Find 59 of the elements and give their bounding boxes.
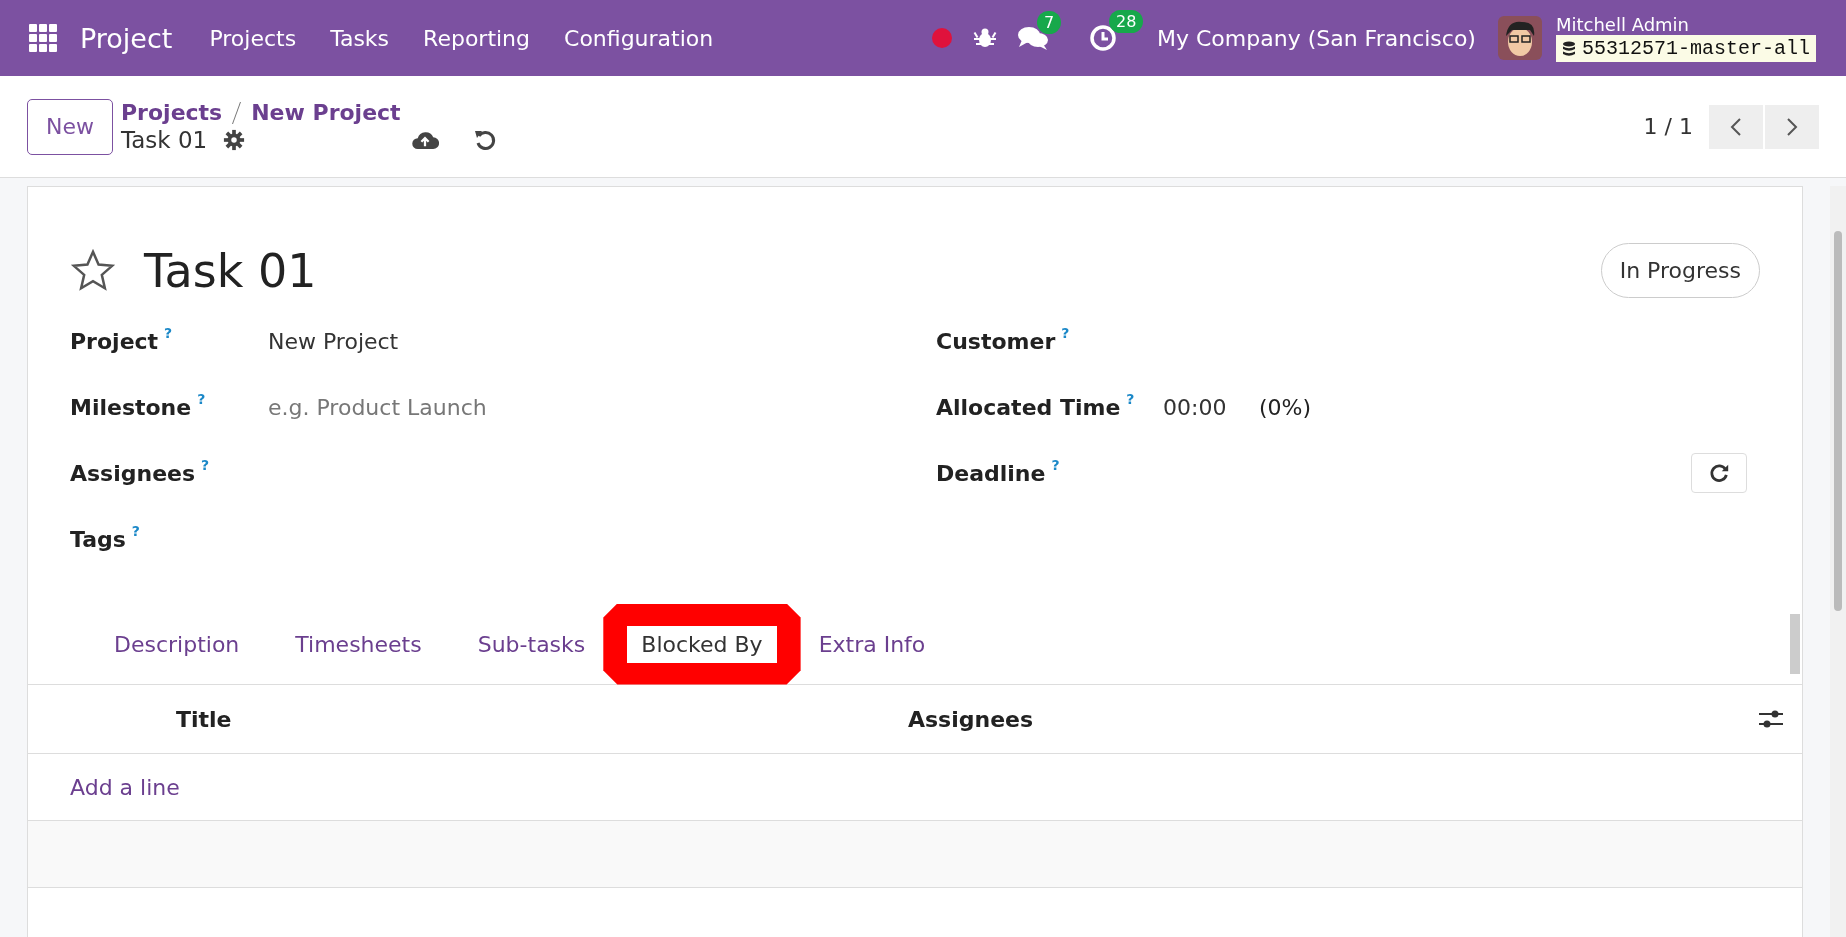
tab[interactable]: Description [114,625,240,663]
refresh-icon [1708,462,1730,484]
column-header[interactable]: Title [176,706,908,732]
help-tooltip[interactable]: ? [1051,456,1060,473]
field-label: Tags [70,526,126,552]
column-header[interactable]: Assignees [908,706,1034,732]
database-name: 55312571-master-all [1581,37,1810,60]
field-label: Allocated Time [936,394,1121,420]
field-label: Milestone [70,394,192,420]
chevron-right-icon [1786,116,1798,137]
menu-item[interactable]: Reporting [406,25,548,51]
scrollbar[interactable] [1790,614,1800,674]
clock-icon[interactable] [1089,24,1117,52]
avatar-icon[interactable] [1497,16,1542,60]
help-tooltip[interactable]: ? [131,522,140,539]
chevron-left-icon [1730,116,1742,137]
help-tooltip[interactable]: ? [1126,390,1135,407]
new-button[interactable]: New [27,98,113,155]
menu-item[interactable]: Projects [192,25,314,51]
cloud-upload-icon[interactable] [411,130,440,150]
tab[interactable]: Timesheets [295,625,422,663]
database-icon [1561,40,1576,57]
message-count-badge: 7 [1037,11,1062,34]
bug-icon[interactable] [973,26,997,50]
help-tooltip[interactable]: ? [197,390,206,407]
field-label: Deadline [936,460,1046,486]
menu-item[interactable]: Configuration [547,25,731,51]
breadcrumb-link[interactable]: Projects [121,100,223,125]
stage-button[interactable]: In Progress [1600,243,1760,298]
help-tooltip[interactable]: ? [201,456,210,473]
input-field[interactable]: New Project [268,328,568,354]
star-icon[interactable] [70,247,116,294]
settings-icon[interactable] [223,129,246,151]
tab[interactable]: Sub-tasks [477,625,586,663]
apps-menu-icon[interactable] [28,23,58,53]
help-tooltip[interactable]: ? [164,324,173,341]
scrollbar[interactable] [1830,186,1846,937]
task-title[interactable]: Task 01 [144,243,317,298]
app-name[interactable]: Project [80,22,173,54]
company-switcher[interactable]: My Company (San Francisco) [1157,25,1476,51]
user-name[interactable]: Mitchell Admin [1555,14,1816,35]
pager-value: 1 / 1 [1643,114,1693,139]
field-label: Project [70,328,159,354]
breadcrumb-link[interactable]: New Project [251,100,401,125]
tab[interactable]: Extra Info [818,625,926,663]
record-dot-icon[interactable] [931,27,953,49]
time-field[interactable]: 00:00 [1163,394,1259,420]
record-name: Task 01 [121,127,208,153]
menu-item[interactable]: Tasks [313,25,407,51]
input-field[interactable]: e.g. Product Launch [268,394,568,420]
undo-icon[interactable] [473,128,498,152]
refresh-button[interactable] [1691,453,1747,493]
percent-value: (0%) [1259,394,1312,420]
help-tooltip[interactable]: ? [1061,324,1070,341]
activity-count-badge: 28 [1109,10,1144,33]
field-label: Customer [936,328,1056,354]
field-label: Assignees [70,460,196,486]
add-line-link[interactable]: Add a line [70,774,180,800]
tab[interactable]: Blocked By [627,625,777,663]
